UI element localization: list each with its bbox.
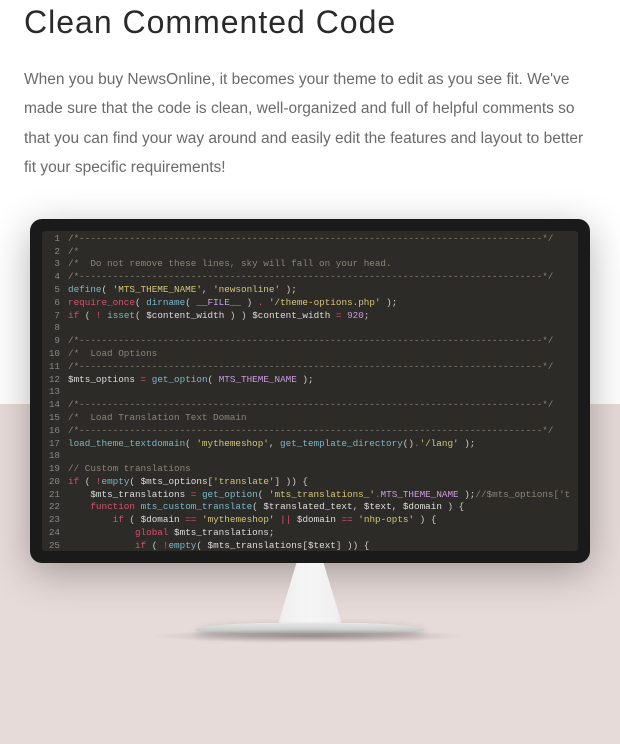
monitor-shadow	[150, 629, 470, 643]
monitor-bezel: 1234567891011121314151617181920212223242…	[30, 219, 590, 563]
content-section: Clean Commented Code When you buy NewsOn…	[0, 4, 620, 643]
monitor-illustration: 1234567891011121314151617181920212223242…	[30, 219, 590, 643]
line-number-gutter: 1234567891011121314151617181920212223242…	[42, 231, 64, 551]
section-heading: Clean Commented Code	[24, 4, 596, 41]
section-description: When you buy NewsOnline, it becomes your…	[24, 65, 596, 183]
code-area: /*--------------------------------------…	[64, 231, 578, 551]
code-editor-screen: 1234567891011121314151617181920212223242…	[42, 231, 578, 551]
monitor-stand	[265, 563, 355, 623]
